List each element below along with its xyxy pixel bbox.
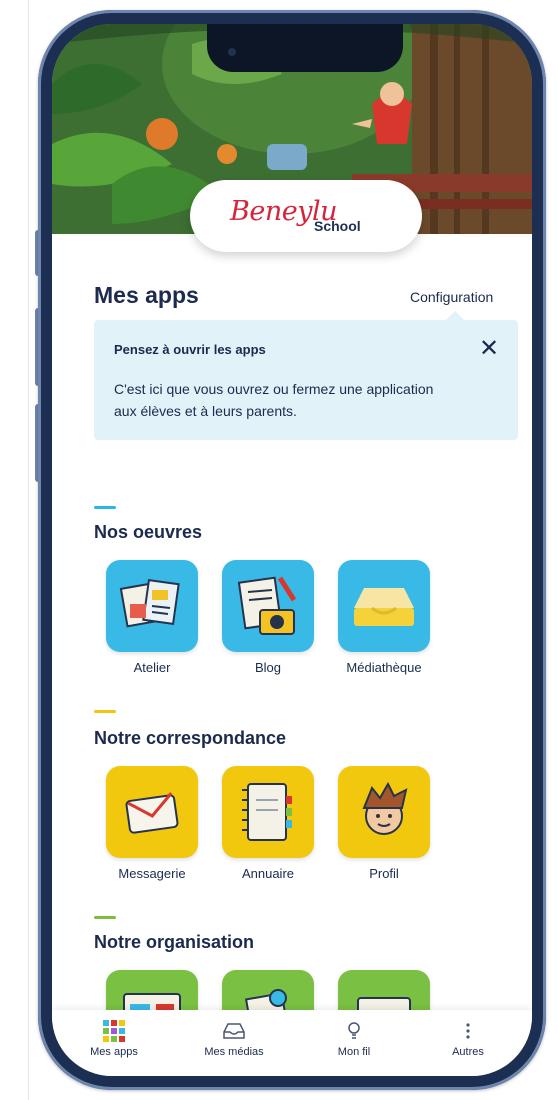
section-accent-bar [94,710,116,713]
inbox-icon [222,1020,246,1042]
app-messagerie[interactable]: Messagerie [94,766,210,881]
nav-label: Mes apps [90,1046,138,1058]
section-title-organisation: Notre organisation [94,932,255,952]
bulb-icon [346,1020,362,1042]
app-label: Blog [254,660,282,675]
close-icon[interactable]: ✕ [479,334,499,363]
app-blog[interactable]: Blog [210,560,326,675]
phone-screen: Beneylu School Mes apps Configuration Pe… [52,24,532,1076]
app-label: Profil [369,866,399,881]
section-title-correspondance: Notre correspondance [94,728,287,748]
configuration-link[interactable]: Configuration [410,289,493,305]
nav-mes-apps[interactable]: Mes apps [64,1020,164,1058]
app-label: Annuaire [241,866,295,881]
info-notice: Pensez à ouvrir les apps ✕ C'est ici que… [94,320,518,440]
blog-icon [222,560,314,652]
nav-label: Mes médias [204,1046,264,1058]
nav-label: Mon fil [337,1046,371,1058]
page-title: Mes apps [94,282,199,308]
section-accent-bar [94,916,116,919]
notice-body: C'est ici que vous ouvrez ou fermez une … [114,381,434,419]
brand-logo: Beneylu School [190,180,422,252]
section-title-oeuvres: Nos oeuvres [94,522,203,542]
app-label: Messagerie [118,866,186,881]
nav-autres[interactable]: Autres [418,1020,518,1058]
more-vertical-icon [465,1020,471,1042]
app-label: Atelier [133,660,171,675]
profil-icon [338,766,430,858]
camera-dot [228,48,236,56]
app-label: Médiathèque [346,660,422,675]
section-accent-bar [94,506,116,509]
nav-mon-fil[interactable]: Mon fil [304,1020,404,1058]
mediatheque-icon [338,560,430,652]
brand-suffix: School [314,218,361,234]
notice-title: Pensez à ouvrir les apps [114,342,266,357]
annuaire-icon [222,766,314,858]
nav-label: Autres [452,1046,484,1058]
messagerie-icon [106,766,198,858]
bottom-navigation: Mes apps Mes médias Mon fil Autres [52,1010,532,1076]
app-atelier[interactable]: Atelier [94,560,210,675]
configuration-pointer [446,311,464,320]
app-annuaire[interactable]: Annuaire [210,766,326,881]
page-edge-rule [28,0,29,1100]
apps-grid-icon [103,1020,125,1042]
phone-notch [207,24,403,72]
nav-mes-medias[interactable]: Mes médias [184,1020,284,1058]
app-mediatheque[interactable]: Médiathèque [326,560,442,675]
atelier-icon [106,560,198,652]
app-profil[interactable]: Profil [326,766,442,881]
